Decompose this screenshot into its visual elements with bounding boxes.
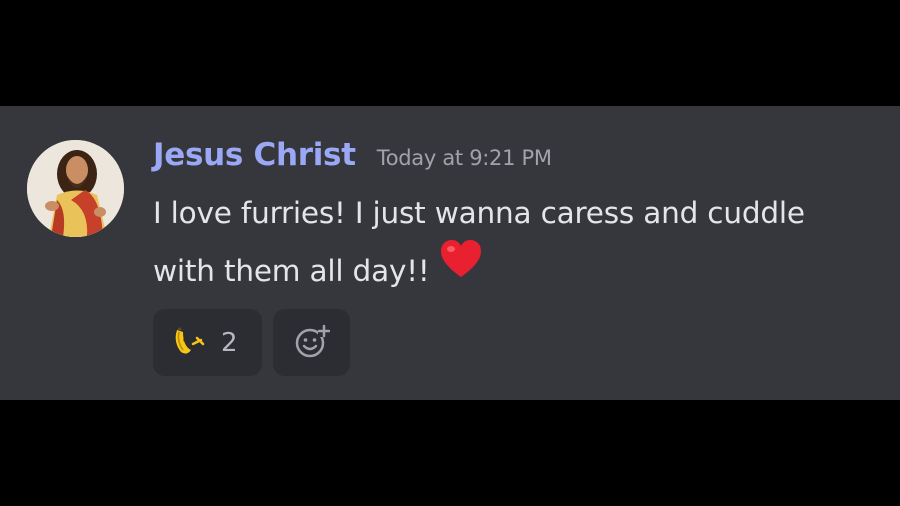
message-header: Jesus Christ Today at 9:21 PM [153, 137, 552, 181]
add-reaction-icon [294, 323, 330, 363]
message-line-1: I love furries! I just wanna caress and … [153, 184, 893, 242]
reaction-banana[interactable]: 2 [153, 309, 262, 376]
reactions-bar: 2 [153, 309, 350, 376]
heart-emoji [439, 239, 483, 298]
screenshot-frame: Jesus Christ Today at 9:21 PM I love fur… [0, 0, 900, 506]
add-reaction-button[interactable] [273, 309, 350, 376]
message-text: I love furries! I just wanna caress and … [153, 196, 805, 230]
timestamp: Today at 9:21 PM [376, 146, 552, 170]
message-line-2: with them all day!! [153, 239, 893, 300]
avatar[interactable] [27, 140, 124, 237]
message-text: with them all day!! [153, 254, 430, 288]
dancing-banana-icon [171, 326, 207, 360]
reaction-count: 2 [221, 327, 238, 358]
avatar-image [27, 140, 124, 237]
username[interactable]: Jesus Christ [153, 137, 356, 173]
message-content: I love furries! I just wanna caress and … [153, 184, 893, 300]
